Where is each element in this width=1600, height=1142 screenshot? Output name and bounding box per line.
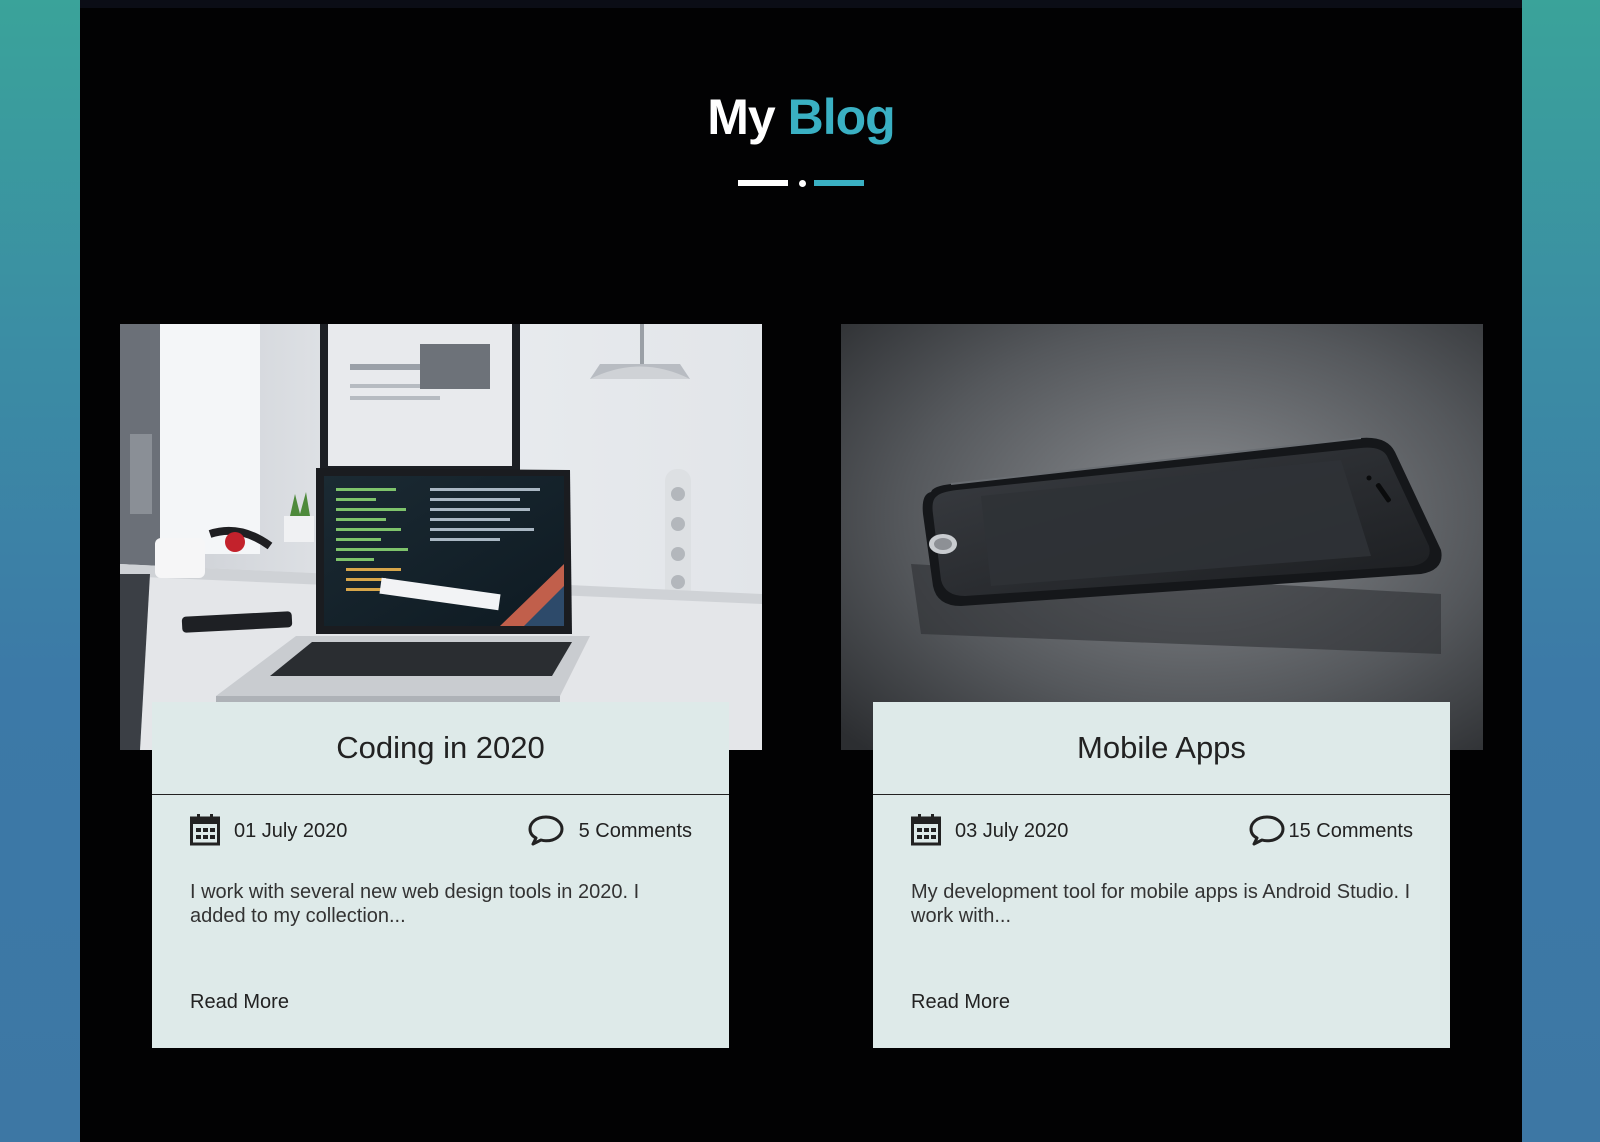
post-excerpt: I work with several new web design tools… (190, 881, 640, 927)
blog-card-coding: Coding in 2020 01 July 2020 5 Comments I… (120, 324, 762, 1048)
blog-card-panel: Coding in 2020 01 July 2020 5 Comments I… (152, 702, 729, 1048)
post-meta: 01 July 2020 5 Comments (190, 812, 692, 848)
calendar-icon (911, 814, 941, 846)
post-comments[interactable]: 5 Comments (579, 820, 692, 843)
post-excerpt: My development tool for mobile apps is A… (911, 881, 1411, 927)
blog-section: My Blog Coding in 2020 01 July 2020 5 Co… (80, 0, 1522, 1142)
read-more-link[interactable]: Read More (190, 991, 289, 1014)
laptop-desk-photo[interactable] (120, 324, 762, 750)
post-meta: 03 July 2020 15 Comments (911, 812, 1413, 848)
post-date: 03 July 2020 (955, 820, 1069, 842)
read-more-link[interactable]: Read More (911, 991, 1010, 1014)
post-title[interactable]: Mobile Apps (873, 702, 1450, 795)
calendar-icon (190, 814, 220, 846)
divider-line-white (738, 180, 788, 186)
divider-line-accent (814, 180, 864, 186)
right-background-strip (1522, 0, 1600, 1142)
divider-dot (799, 180, 806, 187)
comment-icon (1249, 815, 1285, 846)
left-background-strip (0, 0, 80, 1142)
smartphone-photo[interactable] (841, 324, 1483, 750)
post-title[interactable]: Coding in 2020 (152, 702, 729, 795)
blog-card-mobile-apps: Mobile Apps 03 July 2020 15 Comments My … (841, 324, 1483, 1048)
post-comments[interactable]: 15 Comments (1289, 820, 1414, 843)
blog-card-panel: Mobile Apps 03 July 2020 15 Comments My … (873, 702, 1450, 1048)
section-title: My Blog (80, 82, 1522, 152)
title-divider (738, 178, 868, 188)
comment-icon (528, 815, 564, 846)
post-date: 01 July 2020 (234, 820, 348, 842)
section-title-part1: My (707, 89, 775, 145)
section-title-part2: Blog (787, 89, 896, 145)
